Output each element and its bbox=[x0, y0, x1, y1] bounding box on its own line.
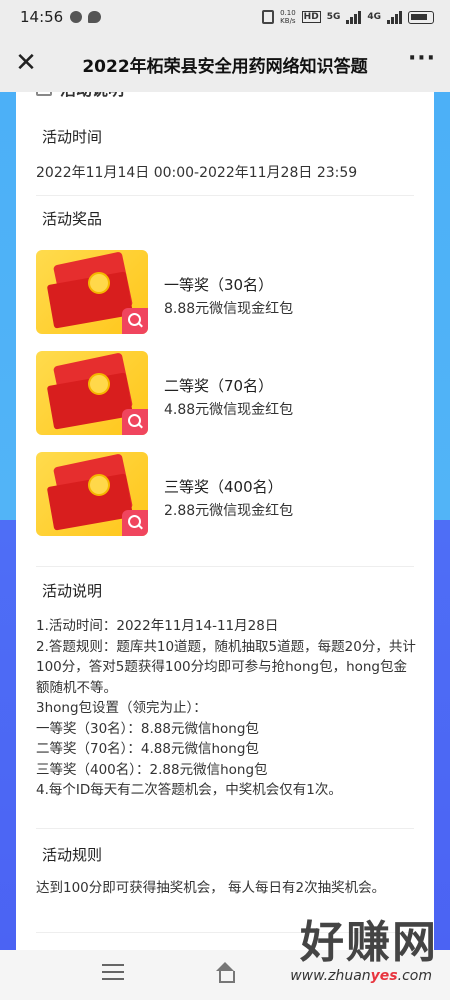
red-envelope-image[interactable] bbox=[36, 351, 148, 435]
divider bbox=[36, 195, 414, 196]
divider bbox=[36, 932, 414, 933]
app-title-bar: ✕ 2022年柘荣县安全用药网络知识答题 ··· bbox=[0, 36, 450, 92]
prize-desc: 2.88元微信现金红包 bbox=[164, 503, 294, 519]
network-speed: 0.10 KB/s bbox=[280, 9, 296, 25]
status-time: 14:56 bbox=[20, 8, 64, 26]
explain-line: 2.答题规则：题库共10道题，随机抽取5道题，每题20分，共计100分，答对5题… bbox=[36, 638, 416, 696]
card-header: 活动说明 bbox=[36, 92, 124, 100]
home-icon[interactable] bbox=[214, 962, 236, 983]
signal-icon bbox=[346, 10, 362, 24]
explain-line: 三等奖（400名）：2.88元微信hong包 bbox=[36, 761, 268, 778]
signal-icon-2 bbox=[387, 10, 402, 24]
coin-icon bbox=[88, 373, 110, 395]
chat-bubble-icon bbox=[88, 11, 101, 23]
prize-item-first[interactable]: 一等奖（30名） 8.88元微信现金红包 bbox=[36, 250, 416, 334]
checkbox-icon bbox=[36, 92, 52, 96]
more-icon[interactable]: ··· bbox=[406, 48, 438, 80]
section-title-explain: 活动说明 bbox=[36, 580, 109, 603]
explain-line: 二等奖（70名）：4.88元微信hong包 bbox=[36, 741, 259, 757]
section-title-time: 活动时间 bbox=[36, 126, 109, 149]
vibrate-icon bbox=[262, 10, 275, 24]
page-title: 2022年柘荣县安全用药网络知识答题 bbox=[82, 57, 368, 77]
prize-name: 二等奖（70名） bbox=[164, 377, 274, 395]
signal-5g-label: 5G bbox=[326, 12, 341, 22]
search-icon[interactable] bbox=[122, 510, 148, 536]
prize-item-third[interactable]: 三等奖（400名） 2.88元微信现金红包 bbox=[36, 452, 416, 536]
divider bbox=[36, 828, 414, 829]
search-icon[interactable] bbox=[122, 409, 148, 435]
divider bbox=[36, 566, 414, 567]
close-icon[interactable]: ✕ bbox=[10, 48, 42, 80]
explain-line: 一等奖（30名）：8.88元微信hong包 bbox=[36, 720, 259, 737]
signal-4g-label: 4G bbox=[367, 12, 381, 22]
red-envelope-image[interactable] bbox=[36, 250, 148, 334]
battery-icon bbox=[408, 10, 434, 24]
explain-line: 4.每个ID每天有二次答题机会，中奖机会仅有1次。 bbox=[36, 782, 342, 798]
prize-name: 一等奖（30名） bbox=[164, 276, 274, 294]
system-icons: 0.10 KB/s HD 5G 4G bbox=[262, 9, 434, 25]
card-header-text: 活动说明 bbox=[60, 92, 124, 100]
section-title-prizes: 活动奖品 bbox=[36, 208, 109, 231]
notification-icon bbox=[70, 11, 82, 23]
prize-desc: 8.88元微信现金红包 bbox=[164, 301, 294, 317]
prize-item-second[interactable]: 二等奖（70名） 4.88元微信现金红包 bbox=[36, 351, 416, 435]
search-icon[interactable] bbox=[122, 308, 148, 334]
activity-time-value: 2022年11月14日 00:00-2022年11月28日 23:59 bbox=[36, 165, 358, 181]
rules-text: 达到100分即可获得抽奖机会， 每人每日有2次抽奖机会。 bbox=[36, 880, 386, 896]
explain-line: 1.活动时间：2022年11月14-11月28日 bbox=[36, 618, 279, 634]
content-card[interactable]: 活动说明 活动时间 2022年11月14日 00:00-2022年11月28日 … bbox=[16, 92, 434, 950]
coin-icon bbox=[88, 272, 110, 294]
coin-icon bbox=[88, 474, 110, 496]
explain-text: 1.活动时间：2022年11月14-11月28日 2.答题规则：题库共10道题，… bbox=[36, 616, 418, 801]
menu-icon[interactable] bbox=[102, 964, 124, 982]
status-bar: 14:56 0.10 KB/s HD 5G 4G bbox=[0, 0, 450, 36]
section-title-rules: 活动规则 bbox=[36, 844, 109, 867]
prize-name: 三等奖（400名） bbox=[164, 478, 283, 496]
red-envelope-image[interactable] bbox=[36, 452, 148, 536]
hd-badge: HD bbox=[301, 11, 321, 23]
explain-line: 3hong包设置（领完为止）： bbox=[36, 700, 207, 716]
bottom-nav-bar bbox=[0, 950, 450, 1000]
prize-desc: 4.88元微信现金红包 bbox=[164, 402, 294, 418]
